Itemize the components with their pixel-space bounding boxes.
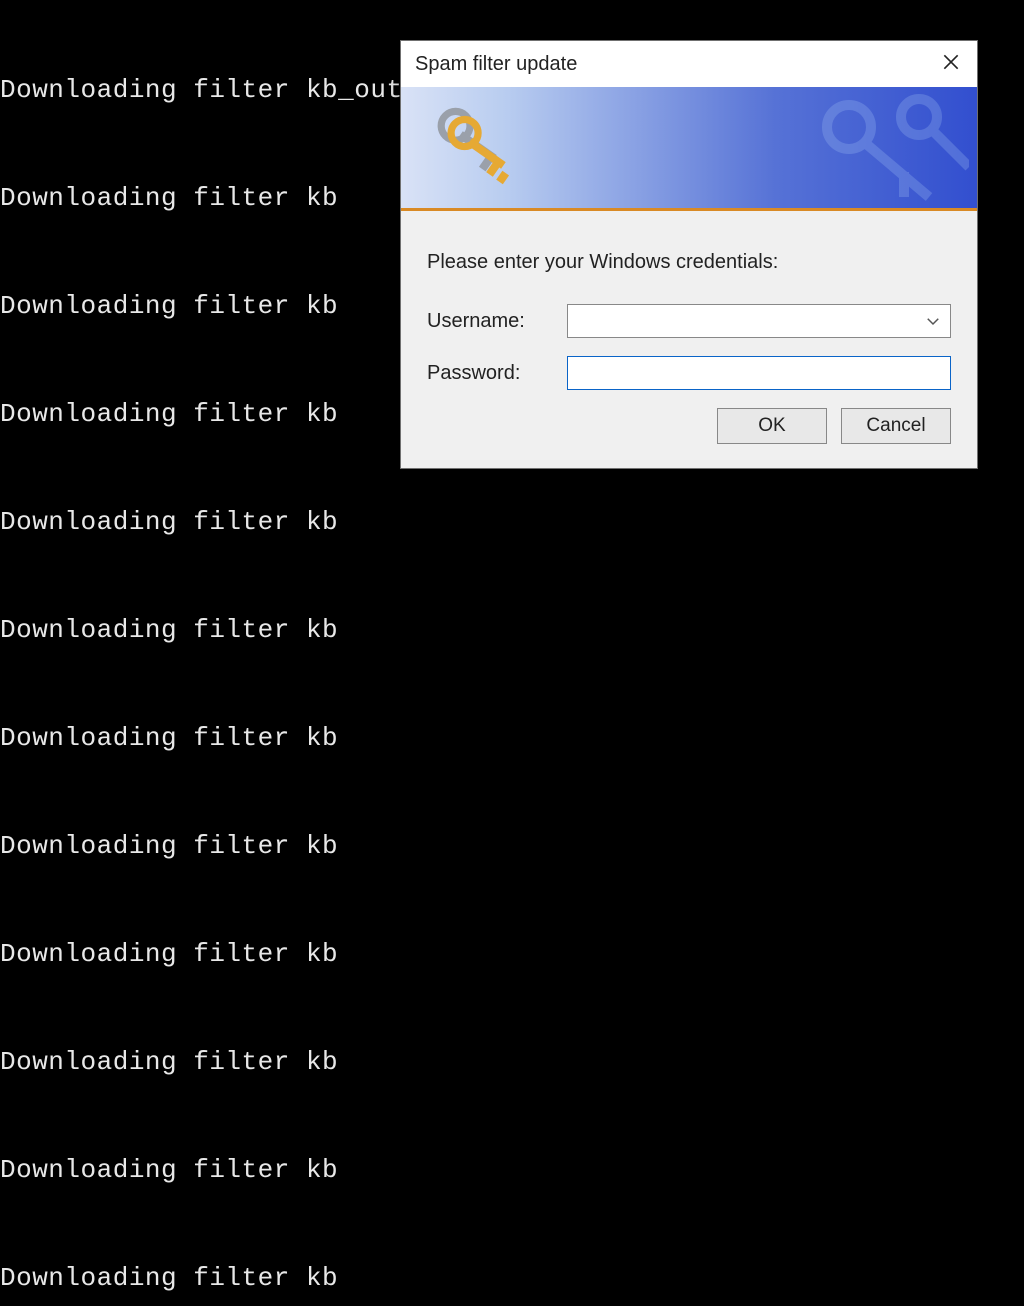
dialog-title: Spam filter update bbox=[415, 53, 577, 76]
console-line: Downloading filter kb bbox=[0, 612, 1024, 648]
username-combobox[interactable] bbox=[567, 304, 951, 338]
password-row: Password: bbox=[427, 356, 951, 390]
console-line: Downloading filter kb bbox=[0, 1260, 1024, 1296]
password-input[interactable] bbox=[567, 356, 951, 390]
close-button[interactable] bbox=[925, 41, 977, 87]
dialog-titlebar[interactable]: Spam filter update bbox=[401, 41, 977, 87]
keys-icon bbox=[425, 97, 515, 192]
prompt-text: Please enter your Windows credentials: bbox=[427, 251, 951, 274]
banner-decor-icon bbox=[809, 87, 969, 216]
ok-button[interactable]: OK bbox=[717, 408, 827, 444]
username-row: Username: bbox=[427, 304, 951, 338]
close-icon bbox=[941, 52, 961, 77]
dialog-body: Please enter your Windows credentials: U… bbox=[401, 211, 977, 468]
dialog-button-row: OK Cancel bbox=[427, 408, 951, 444]
console-line: Downloading filter kb bbox=[0, 828, 1024, 864]
console-line: Downloading filter kb bbox=[0, 504, 1024, 540]
cancel-button[interactable]: Cancel bbox=[841, 408, 951, 444]
chevron-down-icon[interactable] bbox=[924, 312, 942, 330]
username-input[interactable] bbox=[574, 311, 924, 332]
console-line: Downloading filter kb bbox=[0, 1152, 1024, 1188]
console-line: Downloading filter kb bbox=[0, 1044, 1024, 1080]
credential-prompt-dialog: Spam filter update bbox=[400, 40, 978, 469]
username-label: Username: bbox=[427, 310, 567, 333]
console-line: Downloading filter kb bbox=[0, 720, 1024, 756]
password-label: Password: bbox=[427, 362, 567, 385]
console-line: Downloading filter kb bbox=[0, 936, 1024, 972]
dialog-banner bbox=[401, 87, 977, 211]
